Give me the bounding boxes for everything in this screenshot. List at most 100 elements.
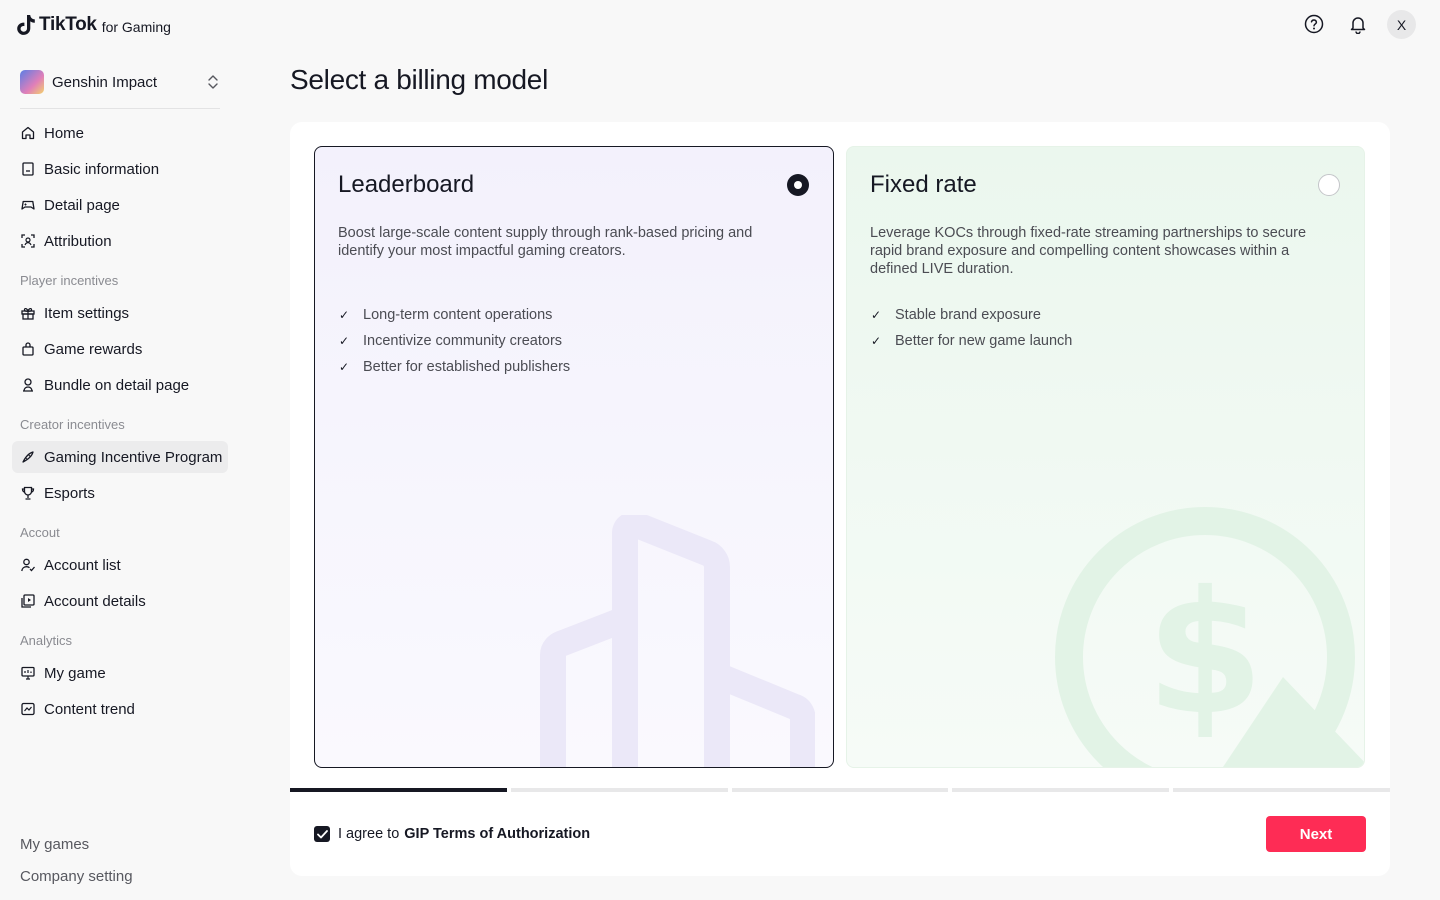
leaderboard-radio[interactable] xyxy=(787,174,809,196)
section-creator-incentives: Creator incentives xyxy=(20,417,125,432)
step-progress xyxy=(290,788,1390,792)
sidebar-item-label: Account list xyxy=(44,556,121,574)
feature-text: Better for established publishers xyxy=(363,359,571,375)
sidebar-item-label: Attribution xyxy=(44,232,112,250)
agreement-row: I agree to GIP Terms of Authorization xyxy=(314,826,590,842)
game-name: Genshin Impact xyxy=(52,73,158,91)
sidebar-item-label: Home xyxy=(44,124,85,142)
list-item: ✓ Better for new game launch xyxy=(871,328,1072,354)
check-icon: ✓ xyxy=(871,308,882,322)
fixed-rate-card[interactable]: $ Fixed rate Leverage KOCs through fixed… xyxy=(846,146,1365,768)
sidebar-item-label: Detail page xyxy=(44,196,120,214)
leaderboard-card[interactable]: Leaderboard Boost large-scale content su… xyxy=(314,146,834,768)
monitor-icon xyxy=(21,666,35,680)
sidebar-item-bundle-on-detail-page[interactable]: Bundle on detail page xyxy=(12,369,228,401)
section-analytics: Analytics xyxy=(20,633,73,648)
page-title: Select a billing model xyxy=(290,64,548,95)
check-icon: ✓ xyxy=(339,308,350,322)
user-avatar[interactable]: X xyxy=(1387,10,1416,39)
checkmark-icon xyxy=(316,829,328,838)
feature-text: Long-term content operations xyxy=(363,307,553,323)
check-icon: ✓ xyxy=(871,334,882,348)
bag-icon xyxy=(22,342,34,356)
list-item: ✓ Long-term content operations xyxy=(339,302,570,328)
sidebar-item-esports[interactable]: Esports xyxy=(12,477,228,509)
sidebar-item-detail-page[interactable]: Detail page xyxy=(12,189,228,221)
trophy-icon xyxy=(21,486,35,500)
card-description: Boost large-scale content supply through… xyxy=(338,225,753,259)
sidebar-item-account-details[interactable]: Account details xyxy=(12,585,228,617)
feature-text: Incentivize community creators xyxy=(363,333,563,349)
document-icon xyxy=(22,162,34,176)
dollar-refresh-watermark-icon: $ xyxy=(1055,507,1364,767)
logo[interactable]: TikTok for Gaming xyxy=(16,14,171,36)
sidebar-item-attribution[interactable]: Attribution xyxy=(12,225,228,257)
sidebar-item-gaming-incentive-program[interactable]: Gaming Incentive Program xyxy=(12,441,228,473)
list-item: ✓ Stable brand exposure xyxy=(871,302,1072,328)
card-description: Leverage KOCs through fixed-rate streami… xyxy=(870,225,1307,277)
game-avatar xyxy=(20,70,44,94)
check-icon: ✓ xyxy=(339,334,350,348)
notifications-button[interactable] xyxy=(1346,12,1370,36)
sidebar-item-my-game[interactable]: My game xyxy=(12,657,228,689)
feature-text: Stable brand exposure xyxy=(895,307,1041,323)
logo-sub: for Gaming xyxy=(101,19,171,35)
progress-step xyxy=(290,788,507,792)
check-icon: ✓ xyxy=(339,360,350,374)
sidebar-item-game-rewards[interactable]: Game rewards xyxy=(12,333,228,365)
fixed-rate-radio[interactable] xyxy=(1318,174,1340,196)
agree-text: I agree to xyxy=(338,826,400,842)
sidebar-item-label: Content trend xyxy=(44,700,135,718)
sidebar-item-item-settings[interactable]: Item settings xyxy=(12,297,228,329)
rocket-icon xyxy=(22,451,34,463)
sidebar-item-label: My game xyxy=(44,664,106,682)
section-account: Accout xyxy=(20,525,60,540)
trend-icon xyxy=(21,702,35,716)
sidebar-item-content-trend[interactable]: Content trend xyxy=(12,693,228,725)
terms-link[interactable]: GIP Terms of Authorization xyxy=(404,826,590,842)
company-setting-link[interactable]: Company setting xyxy=(20,868,133,885)
list-item: ✓ Incentivize community creators xyxy=(339,328,570,354)
logo-brand: TikTok xyxy=(39,14,97,35)
gamepad-icon xyxy=(21,200,35,210)
agree-checkbox[interactable] xyxy=(314,826,330,842)
sidebar-item-home[interactable]: Home xyxy=(12,117,228,149)
sidebar-item-label: Gaming Incentive Program xyxy=(44,448,223,466)
card-title: Leaderboard xyxy=(338,171,475,198)
help-icon xyxy=(1304,14,1324,34)
play-box-icon xyxy=(21,594,35,608)
progress-step xyxy=(1173,788,1390,792)
gift-icon xyxy=(21,308,35,320)
buildings-watermark-icon xyxy=(540,515,815,767)
sidebar: TikTok for Gaming Genshin Impact Home Ba… xyxy=(0,0,240,900)
progress-step xyxy=(731,788,949,792)
user-bundle-icon xyxy=(23,378,33,392)
chevron-up-down-icon xyxy=(208,75,218,89)
sidebar-item-label: Account details xyxy=(44,592,146,610)
help-button[interactable] xyxy=(1302,12,1326,36)
list-item: ✓ Better for established publishers xyxy=(339,354,570,380)
my-games-link[interactable]: My games xyxy=(20,836,89,853)
next-button[interactable]: Next xyxy=(1266,816,1366,852)
progress-step xyxy=(510,788,728,792)
feature-text: Better for new game launch xyxy=(895,333,1073,349)
user-list-icon xyxy=(21,558,35,572)
sidebar-item-label: Bundle on detail page xyxy=(44,376,190,394)
sidebar-item-label: Esports xyxy=(44,484,95,502)
section-player-incentives: Player incentives xyxy=(20,273,119,288)
sidebar-item-basic-information[interactable]: Basic information xyxy=(12,153,228,185)
tiktok-logo-icon xyxy=(17,15,35,35)
card-title: Fixed rate xyxy=(870,171,977,198)
sidebar-divider xyxy=(20,108,220,109)
home-icon xyxy=(21,126,35,140)
scan-icon xyxy=(21,234,35,248)
svg-text:$: $ xyxy=(1146,555,1264,753)
sidebar-item-label: Basic information xyxy=(44,160,160,178)
progress-step xyxy=(952,788,1170,792)
game-selector[interactable]: Genshin Impact xyxy=(20,68,220,96)
billing-panel: Leaderboard Boost large-scale content su… xyxy=(290,122,1390,876)
sidebar-item-label: Item settings xyxy=(44,304,130,322)
sidebar-item-account-list[interactable]: Account list xyxy=(12,549,228,581)
feature-list: ✓ Long-term content operations ✓ Incentivi… xyxy=(339,302,570,380)
bell-icon xyxy=(1350,17,1366,34)
